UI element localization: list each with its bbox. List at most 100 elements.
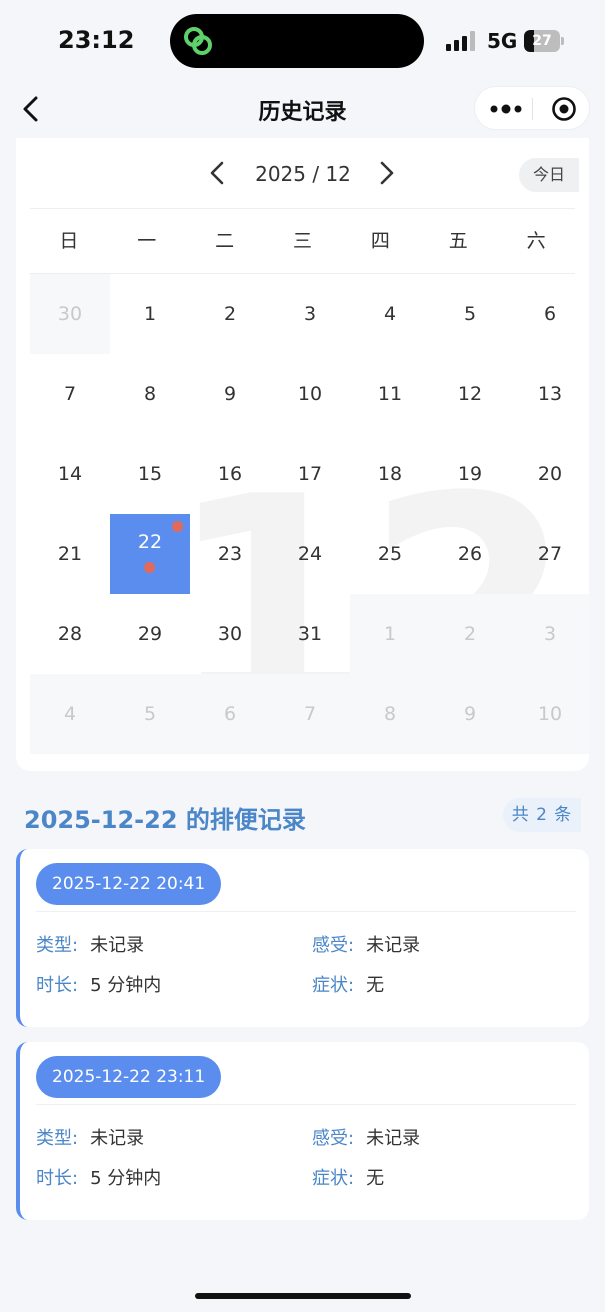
day-number: 8	[383, 703, 397, 725]
today-button[interactable]: 今日	[519, 158, 579, 192]
day-grid: 30 1 2 3 4 5 6 7 8 9 10 11 12 13 14 15 16 17 18 19 20 21 22 23 2…	[30, 274, 589, 754]
calendar-day[interactable]: 11	[350, 354, 430, 434]
weekday-label: 六	[526, 230, 546, 252]
calendar-day[interactable]: 27	[510, 514, 589, 594]
day-number: 1	[383, 623, 397, 645]
day-number: 26	[457, 543, 483, 565]
calendar-day[interactable]: 21	[30, 514, 110, 594]
day-number: 31	[297, 623, 323, 645]
calendar-day[interactable]: 24	[270, 514, 350, 594]
weekday-label: 二	[215, 230, 235, 252]
network-label: 5G	[487, 29, 518, 53]
signal-icon	[446, 31, 475, 51]
calendar-day[interactable]: 30	[190, 594, 270, 674]
records-count-badge: 共 2 条	[503, 798, 581, 832]
calendar-day[interactable]: 1	[110, 274, 190, 354]
day-number: 17	[297, 463, 323, 485]
day-number: 20	[537, 463, 563, 485]
day-number: 5	[463, 303, 477, 325]
nav-bar: 历史记录	[0, 84, 605, 134]
record-card[interactable]: 2025-12-22 20:41 类型: 未记录 感受: 未记录 时长: 5 分钟内 …	[16, 849, 589, 1027]
record-type: 类型: 未记录	[36, 1128, 145, 1149]
record-feeling: 感受: 未记录	[312, 935, 421, 956]
calendar-day-selected[interactable]: 22	[110, 514, 190, 594]
miniprogram-capsule	[474, 86, 590, 130]
calendar-day[interactable]: 29	[110, 594, 190, 674]
record-time: 2025-12-22 23:11	[36, 1056, 222, 1098]
battery-level: 27	[532, 33, 552, 49]
calendar-day[interactable]: 26	[430, 514, 510, 594]
calendar-day[interactable]: 2	[430, 594, 510, 674]
day-number: 24	[297, 543, 323, 565]
day-number: 11	[377, 383, 403, 405]
day-number: 22	[137, 531, 163, 553]
day-number: 3	[303, 303, 317, 325]
calendar-day[interactable]: 5	[430, 274, 510, 354]
calendar-day[interactable]: 9	[430, 674, 510, 754]
day-number: 21	[57, 543, 83, 565]
calendar-day[interactable]: 4	[350, 274, 430, 354]
day-number: 8	[143, 383, 157, 405]
calendar-day[interactable]: 3	[510, 594, 589, 674]
calendar-day[interactable]: 6	[190, 674, 270, 754]
calendar-card: 12 2025 / 12 今日 日一二三四五六 3012345678910111…	[16, 138, 589, 771]
calendar-day[interactable]: 3	[270, 274, 350, 354]
calendar-day[interactable]: 25	[350, 514, 430, 594]
weekday-label: 三	[293, 230, 313, 252]
calendar-day[interactable]: 16	[190, 434, 270, 514]
calendar-day[interactable]: 8	[350, 674, 430, 754]
calendar-day[interactable]: 28	[30, 594, 110, 674]
calendar-day[interactable]: 8	[110, 354, 190, 434]
dynamic-island	[170, 14, 424, 68]
calendar-day[interactable]: 7	[270, 674, 350, 754]
prev-month-icon[interactable]	[206, 158, 228, 188]
calendar-day[interactable]: 1	[350, 594, 430, 674]
month-label: 2025 / 12	[255, 162, 351, 186]
day-number: 15	[137, 463, 163, 485]
day-number: 9	[463, 703, 477, 725]
calendar-day[interactable]: 23	[190, 514, 270, 594]
day-number: 29	[137, 623, 163, 645]
calendar-day[interactable]: 5	[110, 674, 190, 754]
link-app-icon	[184, 27, 212, 55]
record-duration: 时长: 5 分钟内	[36, 1168, 162, 1189]
calendar-day[interactable]: 31	[270, 594, 350, 674]
record-type: 类型: 未记录	[36, 935, 145, 956]
calendar-day[interactable]: 6	[510, 274, 589, 354]
status-bar: 23:12 5G 27	[0, 0, 605, 84]
day-number: 12	[457, 383, 483, 405]
records-title: 2025-12-22 的排便记录	[24, 806, 306, 834]
more-icon[interactable]	[489, 99, 523, 119]
day-number: 6	[223, 703, 237, 725]
calendar-day[interactable]: 10	[510, 674, 589, 754]
calendar-day[interactable]: 17	[270, 434, 350, 514]
calendar-day[interactable]: 15	[110, 434, 190, 514]
next-month-icon[interactable]	[376, 158, 398, 188]
calendar-day[interactable]: 9	[190, 354, 270, 434]
calendar-day[interactable]: 12	[430, 354, 510, 434]
record-card[interactable]: 2025-12-22 23:11 类型: 未记录 感受: 未记录 时长: 5 分钟内 …	[16, 1042, 589, 1220]
battery-icon: 27	[524, 30, 564, 52]
calendar-day[interactable]: 18	[350, 434, 430, 514]
day-number: 23	[217, 543, 243, 565]
day-number: 30	[217, 623, 243, 645]
calendar-day[interactable]: 10	[270, 354, 350, 434]
calendar-day[interactable]: 30	[30, 274, 110, 354]
calendar-day[interactable]: 4	[30, 674, 110, 754]
calendar-day[interactable]: 14	[30, 434, 110, 514]
calendar-day[interactable]: 13	[510, 354, 589, 434]
record-symptom: 症状: 无	[312, 1168, 385, 1189]
calendar-day[interactable]: 2	[190, 274, 270, 354]
day-number: 7	[63, 383, 77, 405]
day-number: 13	[537, 383, 563, 405]
calendar-day[interactable]: 7	[30, 354, 110, 434]
day-number: 4	[383, 303, 397, 325]
day-number: 5	[143, 703, 157, 725]
day-number: 7	[303, 703, 317, 725]
day-number: 6	[543, 303, 557, 325]
close-miniprogram-icon[interactable]	[551, 96, 577, 122]
calendar-day[interactable]: 19	[430, 434, 510, 514]
calendar-day[interactable]: 20	[510, 434, 589, 514]
record-time: 2025-12-22 20:41	[36, 863, 222, 905]
record-symptom: 症状: 无	[312, 975, 385, 996]
